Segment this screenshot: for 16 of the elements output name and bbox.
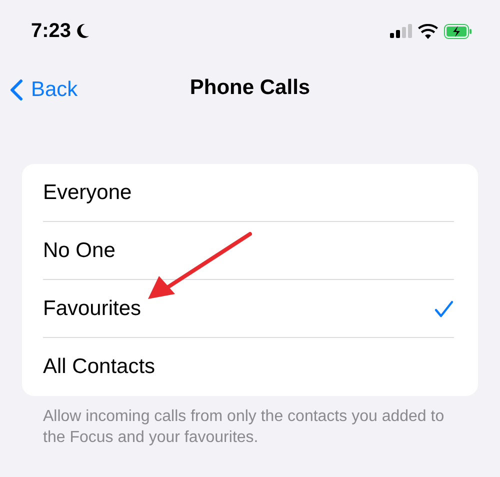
page-title: Phone Calls <box>190 75 310 102</box>
chevron-left-icon <box>10 78 23 101</box>
option-row[interactable]: No One <box>22 222 478 280</box>
option-row[interactable]: Everyone <box>22 164 478 222</box>
option-label: Favourites <box>43 296 142 322</box>
status-time: 7:23 <box>31 19 72 44</box>
signal-icon <box>390 24 412 38</box>
footer-note: Allow incoming calls from only the contacts you added to the Focus and your favourites. <box>43 407 446 448</box>
moon-icon <box>76 23 90 39</box>
back-button[interactable]: Back <box>10 74 78 106</box>
option-row[interactable]: All Contacts <box>22 338 478 396</box>
battery-icon <box>444 24 472 38</box>
option-label: All Contacts <box>43 354 156 380</box>
wifi-icon <box>418 24 438 38</box>
option-label: Everyone <box>43 180 132 206</box>
option-label: No One <box>43 238 116 264</box>
